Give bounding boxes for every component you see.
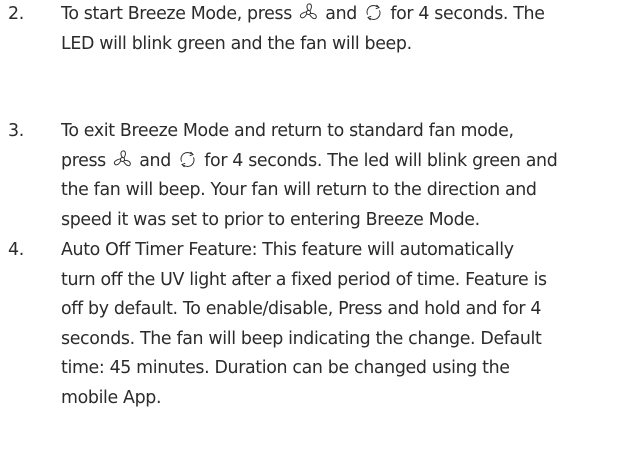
text-fragment: turn off the UV light after a fixed peri… [61, 269, 547, 290]
text-fragment: and [134, 150, 177, 171]
text-fragment: for 4 seconds. The [385, 4, 545, 24]
text-line: speed it was set to prior to entering Br… [61, 206, 640, 236]
text-line: the fan will beep. Your fan will return … [61, 176, 640, 206]
fan-icon [112, 149, 133, 170]
step-text: To start Breeze Mode, press and for 4 se… [61, 0, 640, 59]
text-line: To start Breeze Mode, press and for 4 se… [61, 0, 640, 30]
text-fragment: mobile App. [61, 387, 162, 408]
text-fragment: time: 45 minutes. Duration can be change… [61, 358, 510, 378]
text-line: turn off the UV light after a fixed peri… [61, 266, 640, 296]
text-line: LED will blink green and the fan will be… [61, 30, 640, 60]
text-fragment: To start Breeze Mode, press [61, 4, 298, 24]
step-text: Auto Off Timer Feature: This feature wil… [61, 236, 640, 413]
text-fragment: and [320, 4, 363, 24]
text-line: time: 45 minutes. Duration can be change… [61, 354, 640, 384]
text-fragment: off by default. To enable/disable, Press… [61, 299, 542, 319]
text-fragment: the fan will beep. Your fan will return … [61, 180, 537, 200]
text-fragment: press [61, 150, 112, 171]
fan-icon [298, 2, 319, 23]
text-fragment: speed it was set to prior to entering Br… [61, 209, 480, 230]
text-fragment: for 4 seconds. The led will blink green … [199, 150, 558, 171]
text-fragment: LED will blink green and the fan will be… [61, 33, 412, 54]
reverse-icon [177, 149, 198, 170]
text-line: mobile App. [61, 384, 640, 414]
text-line: To exit Breeze Mode and return to standa… [61, 117, 640, 147]
text-fragment: seconds. The fan will beep indicating th… [61, 328, 542, 349]
step-text: To exit Breeze Mode and return to standa… [61, 117, 640, 235]
instruction-page: 2. To start Breeze Mode, press and for 4… [0, 0, 642, 452]
text-line: seconds. The fan will beep indicating th… [61, 325, 640, 355]
text-fragment: Auto Off Timer Feature: This feature wil… [61, 240, 514, 260]
reverse-icon [363, 2, 384, 23]
text-line: off by default. To enable/disable, Press… [61, 295, 640, 325]
text-line: Auto Off Timer Feature: This feature wil… [61, 236, 640, 266]
text-line: press and for 4 seconds. The led will bl… [61, 147, 640, 177]
step-number: 2. [8, 4, 24, 24]
step-number: 3. [8, 121, 24, 141]
text-fragment: To exit Breeze Mode and return to standa… [61, 121, 514, 141]
step-number: 4. [8, 240, 24, 260]
